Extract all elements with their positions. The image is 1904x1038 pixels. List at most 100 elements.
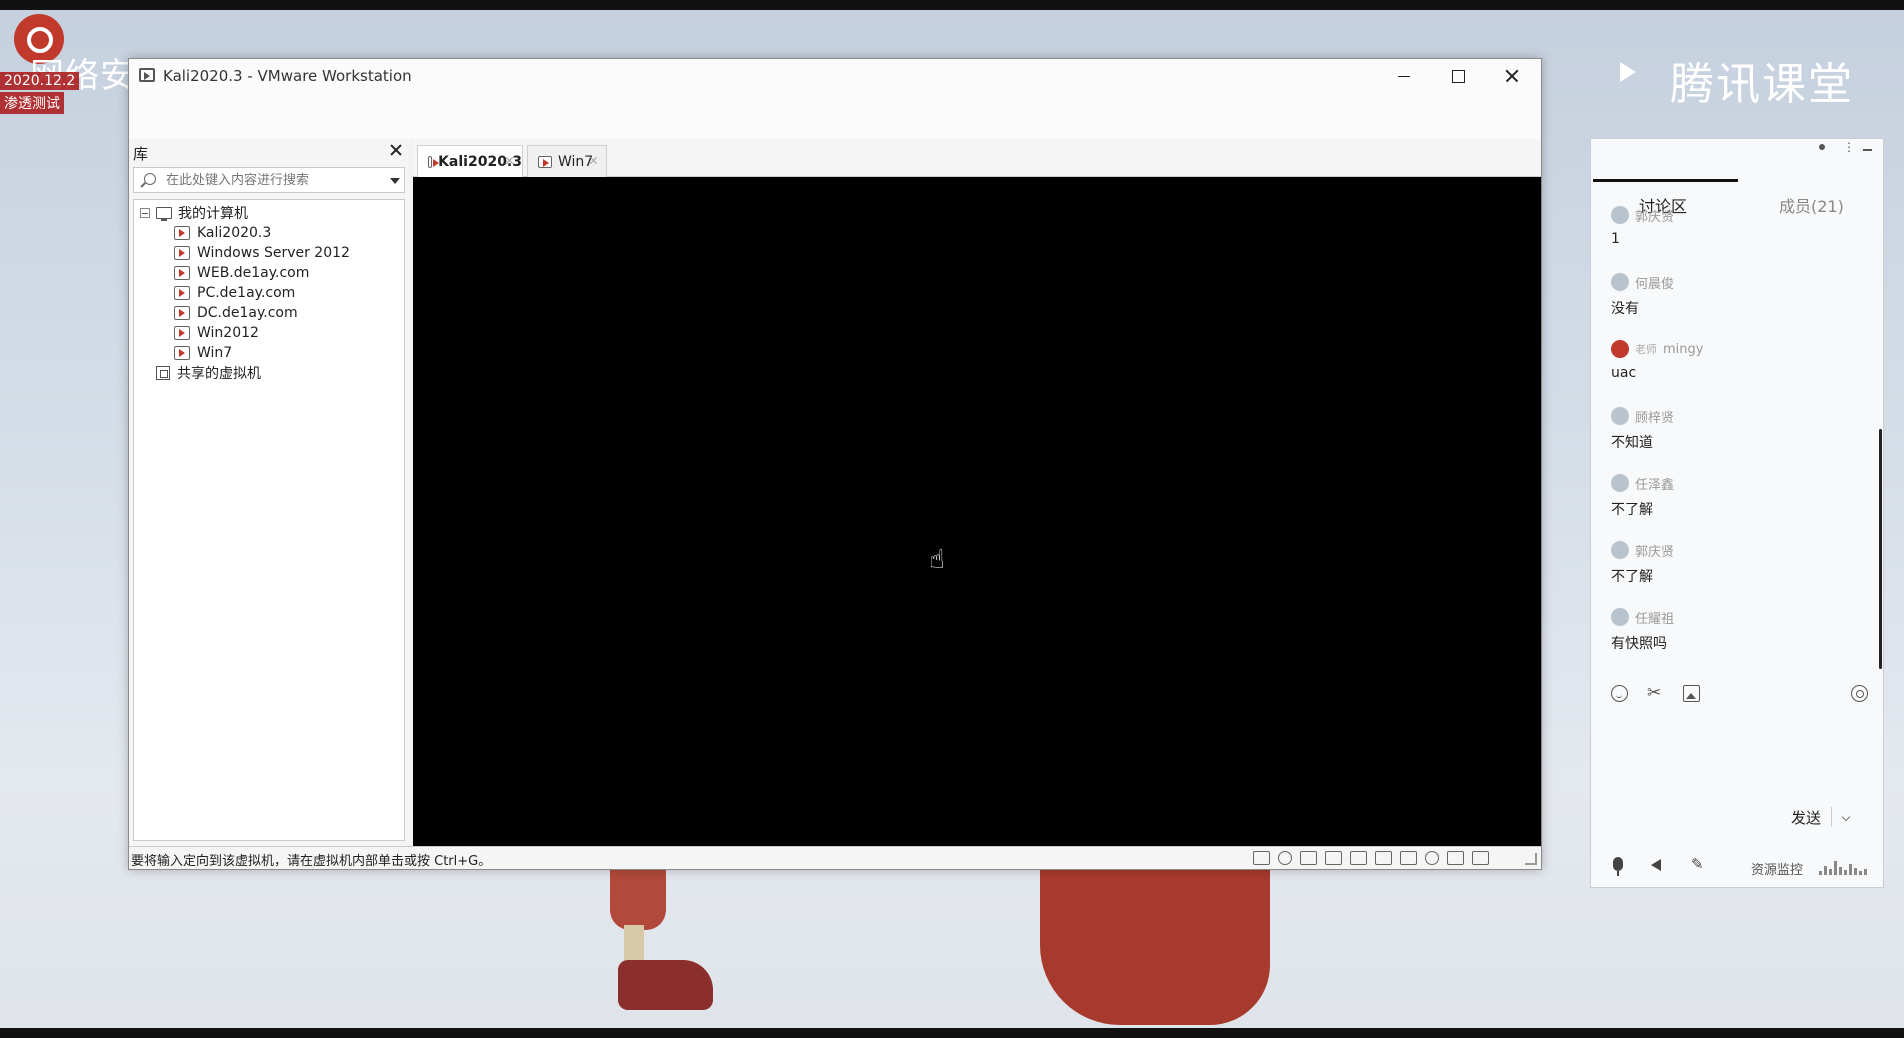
- tree-item-label: 共享的虚拟机: [177, 366, 261, 382]
- bluetooth-icon[interactable]: [1400, 851, 1417, 865]
- chat-toolbar: ✂: [1611, 683, 1871, 705]
- play-icon: [1620, 62, 1636, 82]
- search-dropdown-icon[interactable]: [390, 178, 400, 184]
- tree-item-label: Windows Server 2012: [197, 245, 350, 261]
- vm-icon: [174, 286, 190, 300]
- avatar: [1611, 273, 1629, 291]
- status-bar: 要将输入定向到该虚拟机，请在虚拟机内部单击或按 Ctrl+G。: [129, 846, 1541, 869]
- list-item: 郭庆贤 不了解: [1611, 540, 1871, 586]
- network-adapter-icon[interactable]: [1300, 851, 1317, 865]
- draw-pen-icon[interactable]: ✎: [1691, 855, 1704, 873]
- minimize-button[interactable]: [1377, 59, 1431, 93]
- vm-icon: [174, 326, 190, 340]
- avatar: [1611, 608, 1629, 626]
- cd-drive-icon[interactable]: [1278, 851, 1292, 865]
- message-text: 不了解: [1611, 569, 1653, 585]
- vm-icon: [174, 306, 190, 320]
- emoji-icon[interactable]: [1611, 685, 1628, 702]
- vm-console[interactable]: ☝: [413, 177, 1541, 846]
- avatar: [1611, 340, 1629, 358]
- tree-item-shared-vms[interactable]: 共享的虚拟机: [156, 362, 261, 384]
- tree-item-vm[interactable]: Kali2020.3: [174, 222, 271, 244]
- overlay-date: 2020.12.2: [0, 72, 80, 90]
- letterbox-bottom: [0, 1028, 1904, 1038]
- library-close-icon[interactable]: [389, 143, 403, 157]
- tree-item-vm[interactable]: Win7: [174, 342, 232, 364]
- list-item: 何晨俊 没有: [1611, 272, 1871, 318]
- speaker-icon[interactable]: [1651, 859, 1661, 871]
- floppy-icon[interactable]: [1447, 851, 1464, 865]
- device-icons: [1253, 851, 1489, 865]
- overlay-subtitle: 渗透测试: [0, 92, 64, 114]
- vm-icon: [174, 266, 190, 280]
- library-search[interactable]: [133, 167, 405, 193]
- wallpaper-figure-shoe: [618, 960, 713, 1010]
- tree-item-vm[interactable]: WEB.de1ay.com: [174, 262, 309, 284]
- title-bar[interactable]: Kali2020.3 - VMware Workstation: [129, 59, 1541, 139]
- pin-icon[interactable]: [1817, 143, 1827, 155]
- tree-item-vm[interactable]: PC.de1ay.com: [174, 282, 295, 304]
- message-icon[interactable]: [1472, 851, 1489, 865]
- computer-icon: [156, 207, 172, 221]
- image-icon[interactable]: [1683, 685, 1700, 702]
- microphone-icon[interactable]: [1613, 857, 1623, 876]
- tab-win7[interactable]: Win7: [527, 145, 607, 177]
- more-icon[interactable]: [1841, 140, 1855, 155]
- vm-icon: [174, 346, 190, 360]
- avatar: [1611, 474, 1629, 492]
- maximize-button[interactable]: [1431, 59, 1485, 93]
- vm-icon: [174, 226, 190, 240]
- message-text: 不了解: [1611, 502, 1653, 518]
- window-title: Kali2020.3 - VMware Workstation: [163, 67, 412, 85]
- status-text: 要将输入定向到该虚拟机，请在虚拟机内部单击或按 Ctrl+G。: [131, 854, 492, 869]
- avatar: [1611, 206, 1629, 224]
- minimize-icon[interactable]: [1863, 143, 1873, 155]
- list-item: 顾梓贤 不知道: [1611, 406, 1871, 452]
- screenshot-scissors-icon[interactable]: ✂: [1647, 685, 1664, 702]
- list-item: 郭庆贤 1: [1611, 205, 1871, 247]
- sound-card-icon[interactable]: [1350, 851, 1367, 865]
- tree-item-label: DC.de1ay.com: [197, 305, 298, 321]
- wallpaper-figure-body: [1040, 870, 1270, 1025]
- tab-close-icon[interactable]: [589, 156, 598, 165]
- printer-icon[interactable]: [1325, 851, 1342, 865]
- tree-item-vm[interactable]: Windows Server 2012: [174, 242, 350, 264]
- shared-vm-icon: [156, 366, 170, 380]
- tree-item-vm[interactable]: DC.de1ay.com: [174, 302, 298, 324]
- usb-device-icon[interactable]: [1375, 851, 1392, 865]
- tree-item-label: Kali2020.3: [197, 225, 272, 241]
- sender-name: 任耀祖: [1635, 611, 1675, 627]
- vm-tab-bar: Kali2020.3 Win7: [413, 139, 1541, 177]
- wallpaper-figure-leg: [610, 870, 666, 930]
- message-text: 没有: [1611, 301, 1639, 317]
- list-item: 老师 mingy uac: [1611, 339, 1871, 381]
- tree-item-label: Win2012: [197, 325, 259, 341]
- vm-icon: [538, 155, 552, 168]
- tree-item-vm[interactable]: Win2012: [174, 322, 259, 344]
- close-button[interactable]: [1485, 59, 1539, 93]
- tab-kali[interactable]: Kali2020.3: [417, 145, 523, 177]
- sender-name: 顾梓贤: [1635, 410, 1675, 426]
- settings-icon[interactable]: [1851, 685, 1868, 702]
- resource-monitor-label[interactable]: 资源监控: [1751, 859, 1803, 878]
- send-separator: [1831, 807, 1832, 827]
- chat-panel: 讨论区 成员(21) 郭庆贤 1 何晨俊 没有 老师mingy uac 顾梓贤 …: [1590, 138, 1884, 888]
- sender-name: 何晨俊: [1635, 276, 1675, 292]
- send-options-chevron-icon[interactable]: [1841, 812, 1851, 822]
- tab-close-icon[interactable]: [505, 156, 514, 165]
- message-text: 1: [1611, 231, 1620, 247]
- list-item: 任耀祖 有快照吗: [1611, 607, 1871, 653]
- collapse-icon[interactable]: [140, 208, 150, 218]
- chat-bottom-bar: ✎ 资源监控: [1591, 849, 1883, 887]
- hard-disk-icon[interactable]: [1253, 851, 1270, 865]
- message-text: 不知道: [1611, 435, 1653, 451]
- chat-scrollbar[interactable]: [1879, 429, 1882, 669]
- vm-icon: [428, 155, 440, 168]
- resize-grip-icon[interactable]: [1525, 853, 1537, 865]
- tree-item-my-computer[interactable]: 我的计算机: [140, 202, 248, 224]
- send-button[interactable]: 发送: [1791, 807, 1821, 828]
- sender-name: mingy: [1663, 341, 1704, 357]
- library-search-input[interactable]: [166, 170, 376, 190]
- library-header: 库: [133, 145, 149, 163]
- camera-icon[interactable]: [1425, 851, 1439, 865]
